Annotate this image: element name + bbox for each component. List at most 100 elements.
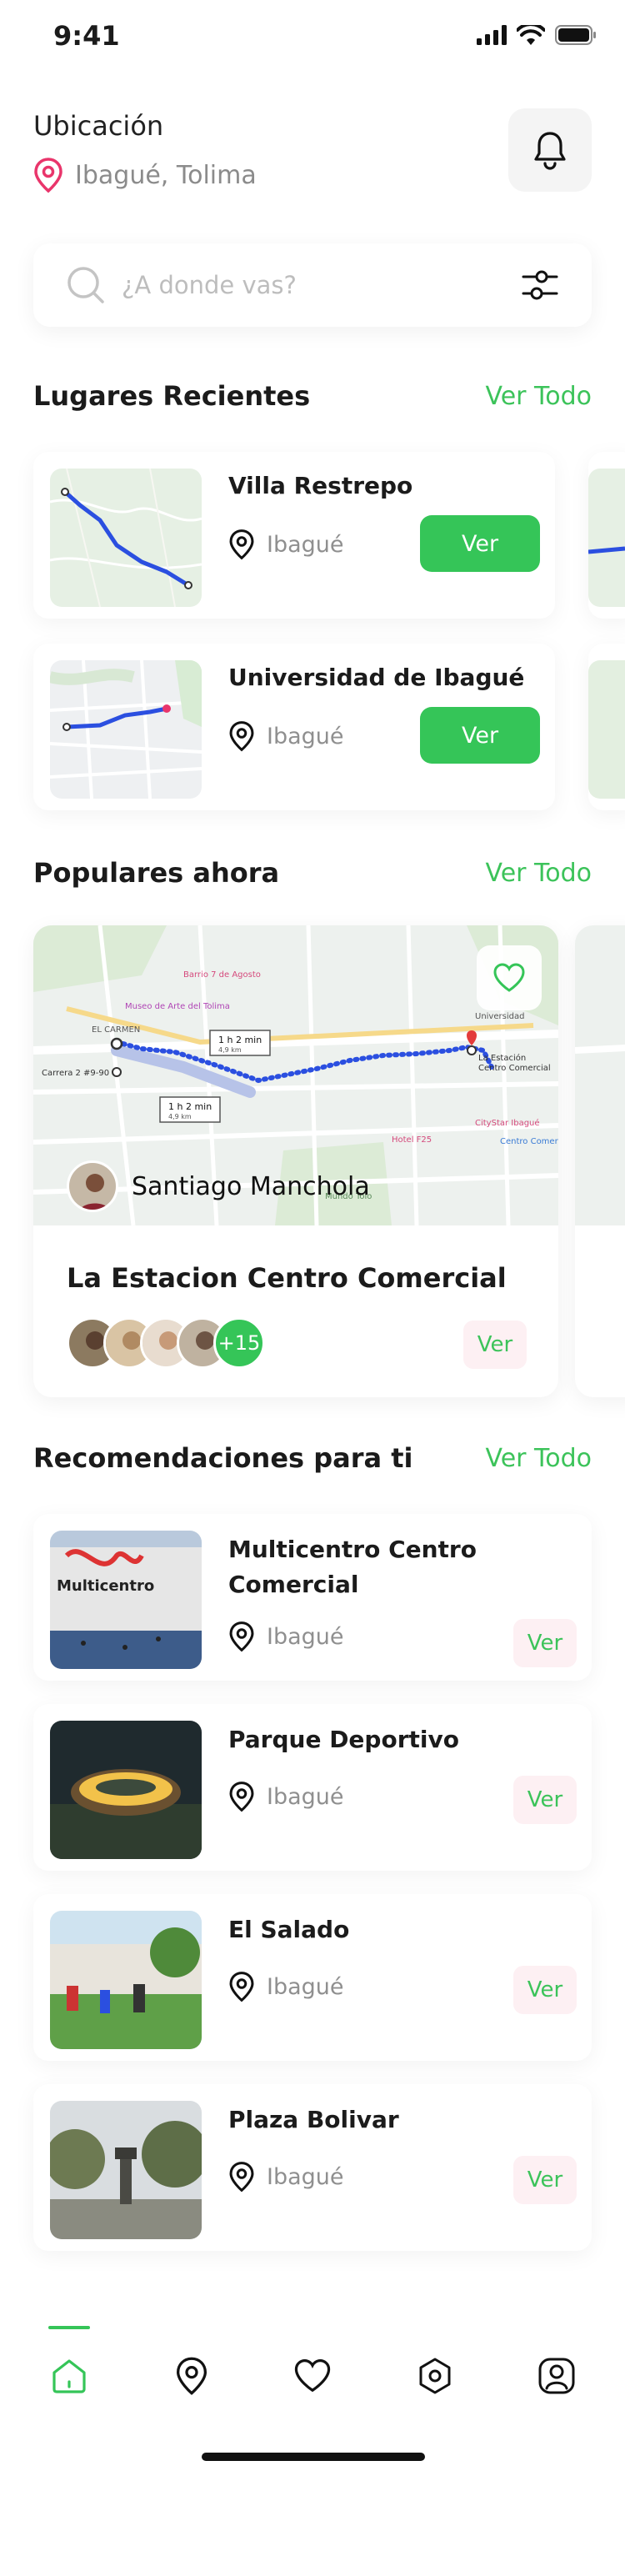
city-label: Ibagué bbox=[267, 1783, 344, 1810]
view-button[interactable]: Ver bbox=[513, 2156, 577, 2204]
city-label: Ibagué bbox=[267, 1623, 344, 1650]
map-hotel-label: Hotel F25 bbox=[392, 1135, 432, 1145]
distance-label: 4,9 km bbox=[218, 1046, 242, 1054]
signal-icon bbox=[477, 25, 507, 45]
recent-place-name: Universidad de Ibagué bbox=[228, 664, 525, 691]
avatar bbox=[67, 1160, 118, 1212]
view-button[interactable]: Ver bbox=[513, 1619, 577, 1667]
recommendation-name: Plaza Bolivar bbox=[228, 2106, 399, 2133]
city-label: Ibagué bbox=[267, 531, 344, 558]
visitor-count-badge: +15 bbox=[213, 1317, 265, 1369]
recent-see-all-link[interactable]: Ver Todo bbox=[486, 382, 592, 411]
notifications-button[interactable] bbox=[508, 108, 592, 192]
author[interactable]: Santiago Manchola bbox=[67, 1160, 370, 1212]
recent-card-peek[interactable] bbox=[588, 644, 625, 810]
map-cc-label: Centro Comercial bbox=[500, 1137, 558, 1146]
hexagon-settings-icon bbox=[419, 2358, 451, 2394]
search-icon bbox=[68, 267, 104, 303]
status-bar: 9:41 bbox=[0, 0, 625, 75]
recommendations-section-title: Recomendaciones para ti bbox=[33, 1442, 413, 1474]
view-button[interactable]: Ver bbox=[513, 1966, 577, 2014]
recommendation-city: Ibagué bbox=[228, 1781, 344, 1812]
search-bar bbox=[33, 243, 592, 327]
distance-label: 4,9 km bbox=[168, 1113, 192, 1120]
tab-settings[interactable] bbox=[410, 2351, 460, 2401]
recommendation-name: El Salado bbox=[228, 1916, 350, 1943]
home-indicator[interactable] bbox=[202, 2453, 425, 2461]
popular-see-all-link[interactable]: Ver Todo bbox=[486, 859, 592, 888]
place-photo: Multicentro bbox=[50, 1531, 202, 1669]
battery-icon bbox=[555, 25, 596, 45]
location-pin-icon bbox=[229, 1782, 254, 1812]
recommendation-card[interactable]: Multicentro Multicentro Centro Comercial… bbox=[33, 1514, 592, 1681]
recommendations-see-all-link[interactable]: Ver Todo bbox=[486, 1444, 592, 1473]
map-district-label: EL CARMEN bbox=[92, 1025, 140, 1035]
route-map-thumbnail bbox=[588, 469, 625, 607]
popular-section-title: Populares ahora bbox=[33, 857, 280, 889]
view-button[interactable]: Ver bbox=[513, 1776, 577, 1824]
recommendation-card[interactable]: Plaza Bolivar Ibagué Ver bbox=[33, 2084, 592, 2251]
active-tab-indicator bbox=[48, 2326, 90, 2329]
popular-place-name: La Estacion Centro Comercial bbox=[67, 1262, 507, 1294]
recent-place-city: Ibagué bbox=[228, 720, 344, 752]
city-label: Ibagué bbox=[267, 2163, 344, 2190]
recent-place-city: Ibagué bbox=[228, 529, 344, 560]
location-pin-icon bbox=[176, 2357, 208, 2395]
tab-profile[interactable] bbox=[532, 2351, 582, 2401]
location-pin-icon bbox=[229, 721, 254, 752]
recent-place-name: Villa Restrepo bbox=[228, 472, 413, 499]
route-map-thumbnail bbox=[50, 660, 202, 799]
profile-icon bbox=[538, 2358, 575, 2394]
recent-card[interactable]: Universidad de Ibagué Ibagué Ver bbox=[33, 644, 555, 810]
photo-sign: Multicentro bbox=[57, 1577, 154, 1595]
recent-card-peek[interactable] bbox=[588, 452, 625, 619]
location-pin-icon bbox=[229, 1972, 254, 2002]
heart-icon bbox=[294, 2358, 331, 2393]
heart-icon bbox=[493, 963, 525, 992]
map-end-label-2: Centro Comercial bbox=[478, 1064, 551, 1073]
map-bar-label: Barrio 7 de Agosto bbox=[183, 970, 261, 980]
location-value: Ibagué, Tolima bbox=[75, 160, 257, 190]
recent-section-title: Lugares Recientes bbox=[33, 380, 311, 412]
search-input[interactable] bbox=[122, 271, 488, 299]
status-time: 9:41 bbox=[53, 20, 120, 52]
place-photo bbox=[50, 1911, 202, 2049]
recommendation-card[interactable]: Parque Deportivo Ibagué Ver bbox=[33, 1704, 592, 1871]
bell-icon bbox=[534, 132, 566, 170]
tab-home[interactable] bbox=[44, 2351, 94, 2401]
recommendation-card[interactable]: El Salado Ibagué Ver bbox=[33, 1894, 592, 2061]
location-pin-icon bbox=[229, 1621, 254, 1652]
status-icons bbox=[477, 25, 597, 45]
map-end-label: La Estación bbox=[478, 1053, 526, 1063]
tab-favorites[interactable] bbox=[288, 2351, 338, 2401]
view-button[interactable]: Ver bbox=[463, 1321, 527, 1369]
tab-places[interactable] bbox=[167, 2351, 217, 2401]
recent-card[interactable]: Villa Restrepo Ibagué Ver bbox=[33, 452, 555, 619]
home-icon bbox=[52, 2359, 86, 2393]
location-pin-icon bbox=[229, 2162, 254, 2193]
map-start-label: Carrera 2 #9-90 bbox=[42, 1069, 109, 1078]
filter-sliders-icon bbox=[522, 270, 558, 300]
view-button[interactable]: Ver bbox=[420, 515, 540, 572]
recommendation-city: Ibagué bbox=[228, 1971, 344, 2002]
map-uni-label: Universidad bbox=[475, 1012, 524, 1021]
recommendation-name: Parque Deportivo bbox=[228, 1726, 459, 1753]
wifi-icon bbox=[517, 25, 545, 45]
favorite-button[interactable] bbox=[477, 945, 542, 1010]
route-map-thumbnail bbox=[50, 469, 202, 607]
recommendation-city: Ibagué bbox=[228, 2161, 344, 2193]
city-label: Ibagué bbox=[267, 1973, 344, 2000]
popular-card-peek[interactable] bbox=[575, 925, 625, 1397]
filter-button[interactable] bbox=[522, 267, 558, 307]
popular-card[interactable]: 1 h 2 min 4,9 km 1 h 2 min 4,9 km Carrer… bbox=[33, 925, 558, 1397]
recommendation-name: Multicentro Centro Comercial bbox=[228, 1536, 477, 1598]
location-pin-icon bbox=[229, 529, 254, 560]
current-location[interactable]: Ibagué, Tolima bbox=[33, 157, 257, 193]
map-citystar-label: CityStar Ibagué bbox=[475, 1118, 540, 1128]
route-map-thumbnail bbox=[588, 660, 625, 799]
recommendation-city: Ibagué bbox=[228, 1621, 344, 1652]
eta-label: 1 h 2 min bbox=[218, 1035, 262, 1045]
visitor-avatars[interactable]: +15 bbox=[67, 1317, 300, 1369]
view-button[interactable]: Ver bbox=[420, 707, 540, 764]
location-label: Ubicación bbox=[33, 110, 164, 142]
